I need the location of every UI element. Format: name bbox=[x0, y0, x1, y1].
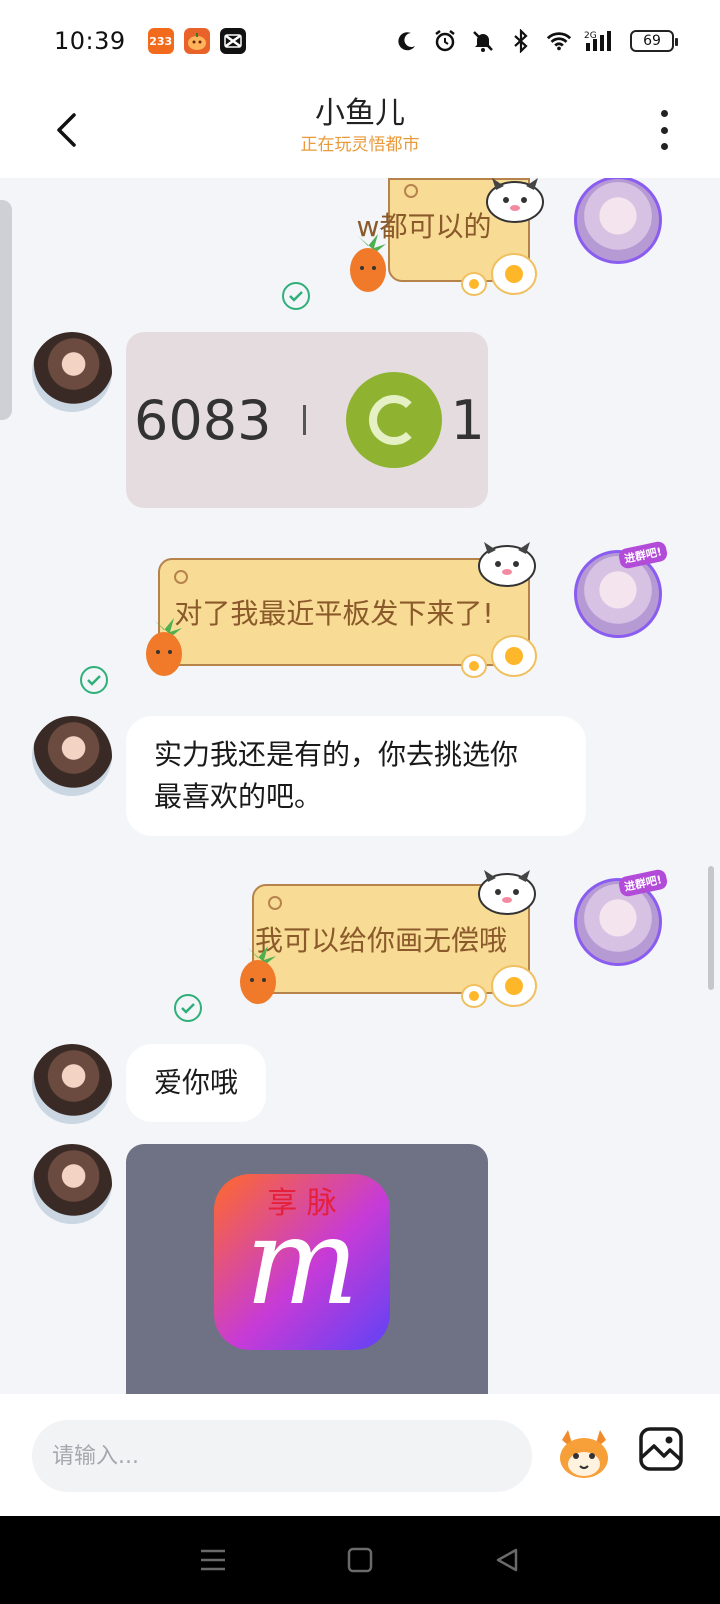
image-message[interactable]: 6083 1 bbox=[126, 332, 488, 508]
egg-sticker-icon bbox=[461, 965, 537, 1008]
chat-header: 小鱼儿 正在玩灵悟都市 bbox=[0, 82, 720, 178]
scrollbar[interactable] bbox=[708, 866, 714, 990]
cat-sticker-icon bbox=[478, 542, 536, 587]
image-tail-text: 1 bbox=[450, 388, 485, 452]
carrot-sticker-icon bbox=[240, 946, 276, 1004]
bluetooth-icon bbox=[508, 28, 534, 54]
chat-title-block: 小鱼儿 正在玩灵悟都市 bbox=[0, 96, 720, 158]
carrot-sticker-icon bbox=[350, 234, 386, 292]
egg-sticker-icon bbox=[461, 635, 537, 678]
image-divider bbox=[303, 405, 307, 435]
mute-icon bbox=[470, 28, 496, 54]
more-dot-icon bbox=[660, 126, 668, 134]
input-bar bbox=[0, 1394, 720, 1516]
moon-icon bbox=[394, 28, 420, 54]
carrot-sticker-icon bbox=[146, 618, 182, 676]
message-text-line: 实力我还是有的，你去挑选你 bbox=[154, 738, 519, 771]
pin-icon bbox=[268, 896, 282, 910]
egg-sticker-icon bbox=[461, 253, 537, 296]
g-logo-icon bbox=[346, 372, 443, 468]
pumpkin-app-icon bbox=[183, 28, 210, 54]
image-picker-button[interactable] bbox=[638, 1426, 684, 1472]
status-bar: 10:39 233 2G 69 bbox=[0, 0, 720, 82]
my-avatar[interactable]: 进群吧! bbox=[574, 540, 669, 638]
233-app-icon: 233 bbox=[147, 28, 174, 54]
cat-sticker-icon bbox=[478, 870, 536, 915]
image-message[interactable]: 享 脉 m bbox=[126, 1144, 488, 1394]
fox-emoji-icon bbox=[560, 1430, 608, 1478]
wifi-icon bbox=[546, 28, 572, 54]
message-list[interactable]: w都可以的 6083 1 对了我最近平板发下来了! 进群吧! 实力我还是有的，你… bbox=[0, 178, 720, 1394]
message-input[interactable] bbox=[32, 1420, 532, 1492]
read-check-icon bbox=[80, 666, 108, 694]
contact-avatar[interactable] bbox=[32, 716, 112, 796]
contact-status: 正在玩灵悟都市 bbox=[300, 135, 420, 155]
cat-sticker-icon bbox=[486, 178, 544, 223]
status-app-icons: 233 bbox=[147, 28, 246, 54]
alarm-icon bbox=[432, 28, 458, 54]
image-watermark: 享 脉 bbox=[267, 1186, 337, 1221]
system-back-button[interactable] bbox=[492, 1545, 522, 1575]
pin-icon bbox=[404, 184, 418, 198]
read-check-icon bbox=[174, 994, 202, 1022]
more-options-button[interactable] bbox=[654, 110, 674, 150]
message-in-bubble[interactable]: 实力我还是有的，你去挑选你 最喜欢的吧。 bbox=[126, 716, 586, 836]
read-check-icon bbox=[282, 282, 310, 310]
home-button[interactable] bbox=[345, 1545, 375, 1575]
image-digits: 6083 bbox=[134, 388, 272, 452]
side-drawer-handle[interactable] bbox=[0, 200, 12, 420]
status-indicators: 2G 69 bbox=[394, 28, 678, 54]
recent-apps-button[interactable] bbox=[198, 1545, 228, 1575]
battery-indicator: 69 bbox=[630, 30, 678, 52]
more-dot-icon bbox=[660, 143, 668, 150]
avatar-badge: 进群吧! bbox=[617, 868, 669, 898]
contact-avatar[interactable] bbox=[32, 1144, 112, 1224]
pin-icon bbox=[174, 570, 188, 584]
message-text-line: 最喜欢的吧。 bbox=[154, 780, 323, 813]
system-nav-bar bbox=[0, 1516, 720, 1604]
avatar-badge: 进群吧! bbox=[617, 540, 669, 570]
app-logo-image: 享 脉 m bbox=[214, 1174, 390, 1350]
more-dot-icon bbox=[660, 110, 668, 117]
back-triangle-icon bbox=[496, 1548, 517, 1572]
signal-icon: 2G bbox=[584, 28, 618, 54]
emoji-button[interactable] bbox=[554, 1424, 614, 1484]
my-avatar[interactable] bbox=[574, 178, 662, 264]
message-text: 爱你哦 bbox=[154, 1066, 239, 1099]
image-icon bbox=[639, 1427, 683, 1471]
menu-icon bbox=[201, 1549, 226, 1571]
contact-name: 小鱼儿 bbox=[315, 96, 405, 131]
contact-avatar[interactable] bbox=[32, 332, 112, 412]
status-time: 10:39 bbox=[54, 27, 126, 55]
my-avatar[interactable]: 进群吧! bbox=[574, 868, 669, 966]
capcut-app-icon bbox=[219, 28, 246, 54]
contact-avatar[interactable] bbox=[32, 1044, 112, 1124]
message-text: 对了我最近平板发下来了! bbox=[174, 597, 494, 630]
message-text: 我可以给你画无偿哦 bbox=[254, 924, 507, 957]
home-square-icon bbox=[347, 1547, 373, 1573]
message-in-bubble[interactable]: 爱你哦 bbox=[126, 1044, 267, 1122]
